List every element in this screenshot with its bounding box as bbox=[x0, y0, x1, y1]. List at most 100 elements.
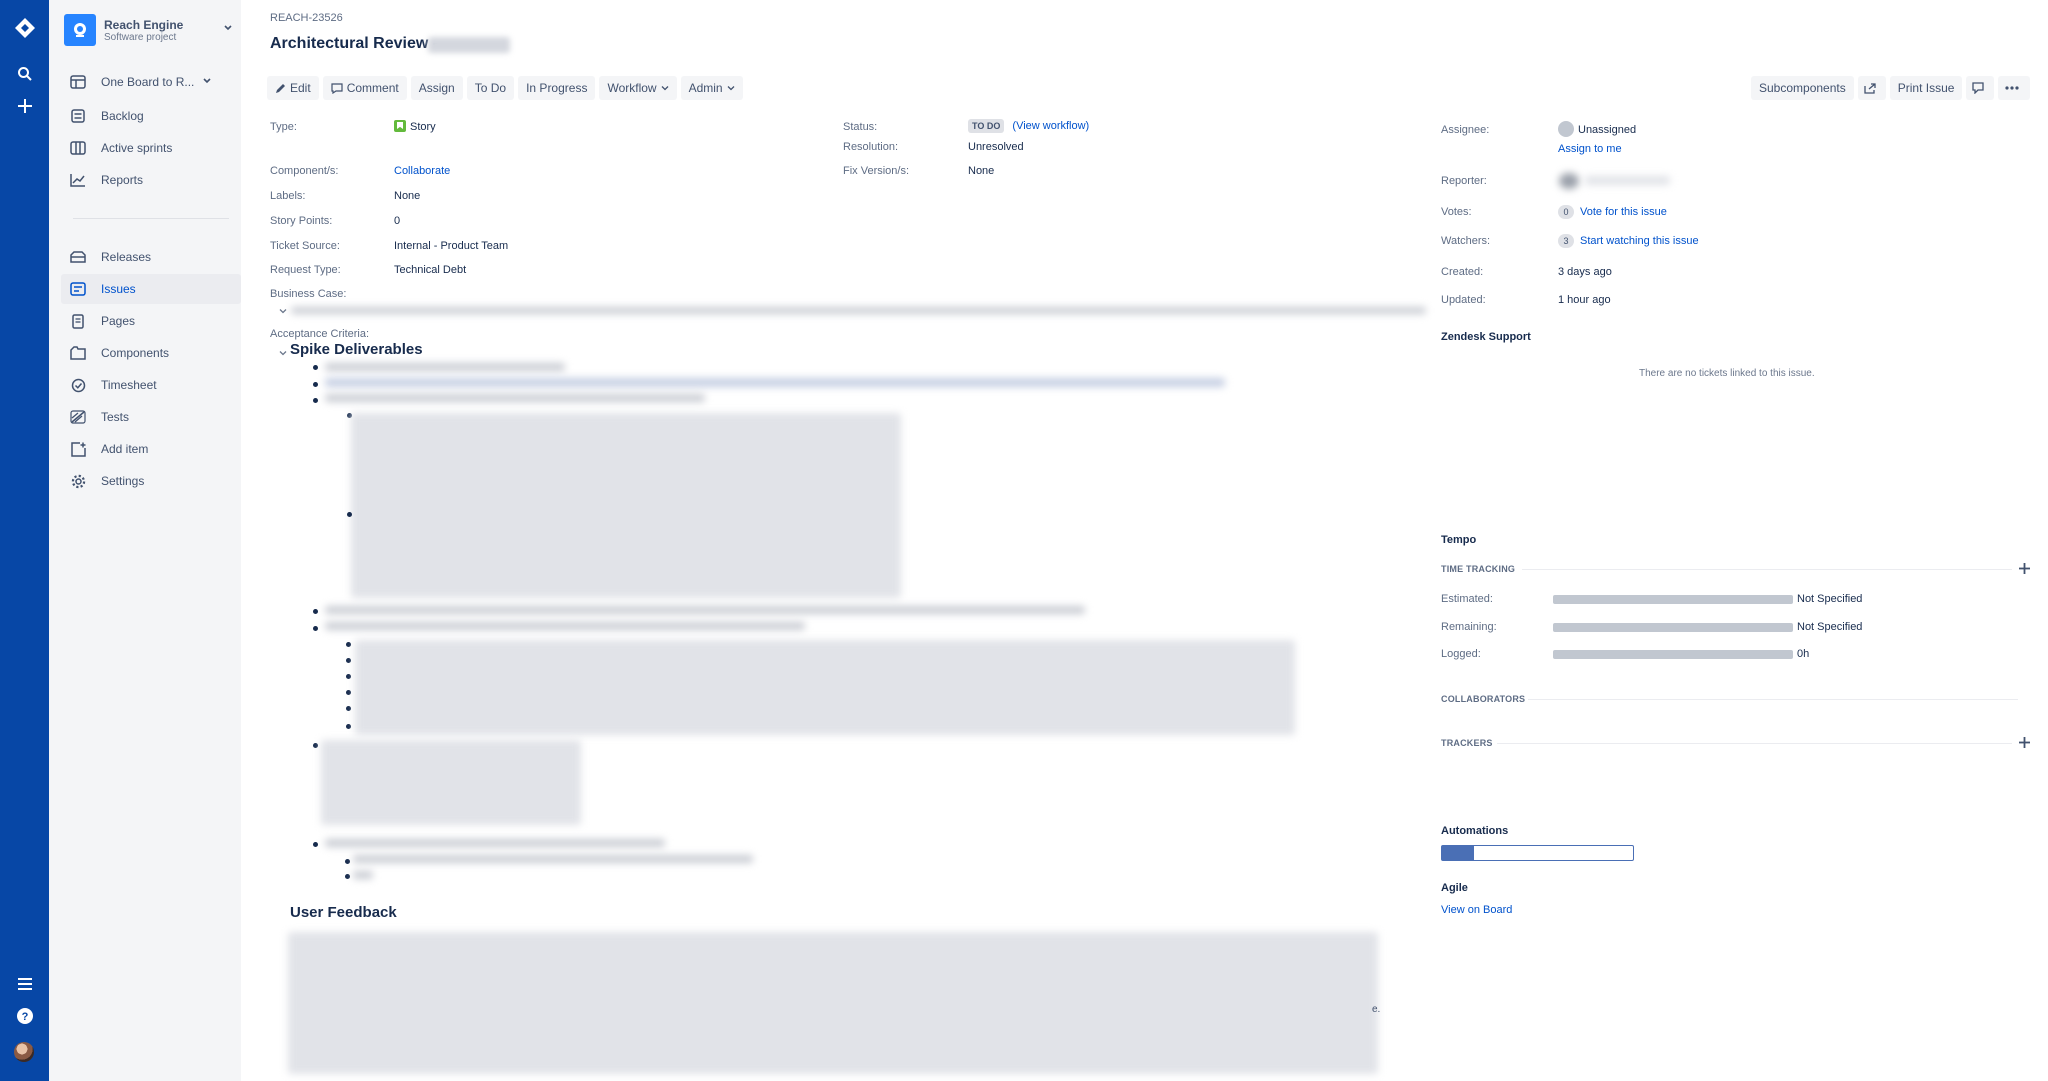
project-sidebar: Reach Engine Software project One Board … bbox=[49, 0, 241, 1081]
timesheet-icon bbox=[69, 376, 87, 394]
list-item bbox=[313, 382, 318, 387]
vote-link[interactable]: Vote for this issue bbox=[1580, 206, 1667, 218]
votes-count: 0 bbox=[1558, 205, 1574, 219]
list-item bbox=[313, 626, 318, 631]
list-item bbox=[355, 640, 1295, 735]
issue-toolbar-right: Subcomponents Print Issue bbox=[1751, 76, 2034, 100]
sidebar-item-reports[interactable]: Reports bbox=[61, 165, 241, 195]
collaborators-title: COLLABORATORS bbox=[1441, 694, 1526, 704]
sidebar-item-tests[interactable]: Tests bbox=[61, 402, 241, 432]
fix-version-label: Fix Version/s: bbox=[843, 165, 910, 177]
more-actions-button[interactable] bbox=[1998, 76, 2031, 100]
components-label: Component/s: bbox=[270, 165, 339, 177]
board-switcher[interactable]: One Board to R... bbox=[61, 67, 241, 97]
type-value: Story bbox=[394, 120, 436, 133]
component-link[interactable]: Collaborate bbox=[394, 165, 450, 177]
todo-button[interactable]: To Do bbox=[466, 76, 515, 100]
assign-to-me-link[interactable]: Assign to me bbox=[1558, 143, 1622, 155]
sidebar-item-label: Issues bbox=[101, 282, 136, 296]
sidebar-item-label: Settings bbox=[101, 474, 145, 488]
list-item bbox=[346, 658, 351, 663]
pencil-icon bbox=[276, 83, 285, 93]
project-name: Reach Engine bbox=[104, 18, 184, 32]
jira-logo-icon[interactable] bbox=[0, 12, 49, 44]
assignee-label: Assignee: bbox=[1441, 124, 1490, 136]
votes-label: Votes: bbox=[1441, 206, 1472, 218]
labels-label: Labels: bbox=[270, 190, 306, 202]
comment-button[interactable]: Comment bbox=[322, 76, 407, 100]
sidebar-item-label: Tests bbox=[101, 410, 130, 424]
list-item bbox=[313, 743, 318, 748]
updated-value: 1 hour ago bbox=[1558, 294, 1611, 306]
resolution-value: Unresolved bbox=[968, 141, 1024, 153]
view-on-board-link[interactable]: View on Board bbox=[1441, 904, 1512, 916]
list-item bbox=[346, 724, 351, 729]
section-divider bbox=[1522, 569, 2012, 570]
assign-button[interactable]: Assign bbox=[410, 76, 463, 100]
add-tracker-icon[interactable] bbox=[2019, 737, 2030, 751]
logged-value: 0h bbox=[1797, 648, 1810, 660]
list-item bbox=[325, 839, 665, 847]
unassigned-avatar-icon bbox=[1558, 121, 1574, 137]
help-icon[interactable]: ? bbox=[0, 1000, 49, 1032]
trackers-title: TRACKERS bbox=[1441, 738, 1493, 748]
app-switcher-icon[interactable] bbox=[0, 968, 49, 1000]
created-label: Created: bbox=[1441, 266, 1484, 278]
watch-link[interactable]: Start watching this issue bbox=[1580, 235, 1699, 247]
sidebar-item-active-sprints[interactable]: Active sprints bbox=[61, 133, 241, 163]
zendesk-title: Zendesk Support bbox=[1441, 331, 1531, 343]
edit-button[interactable]: Edit bbox=[267, 76, 319, 100]
create-icon[interactable] bbox=[0, 90, 49, 122]
view-workflow-link[interactable]: (View workflow) bbox=[1012, 120, 1089, 132]
workflow-dropdown[interactable]: Workflow bbox=[599, 76, 677, 100]
acceptance-criteria-label: Acceptance Criteria: bbox=[270, 328, 370, 340]
remaining-label: Remaining: bbox=[1441, 621, 1497, 633]
list-item bbox=[325, 394, 705, 402]
chevron-down-icon bbox=[727, 86, 735, 91]
chevron-down-icon bbox=[223, 22, 233, 36]
list-item bbox=[325, 622, 805, 630]
board-name: One Board to R... bbox=[101, 75, 195, 89]
board-icon bbox=[69, 73, 87, 91]
section-divider bbox=[1497, 743, 2012, 744]
project-switcher[interactable]: Reach Engine Software project bbox=[64, 14, 234, 46]
feedback-button[interactable] bbox=[1966, 76, 1995, 100]
status-label: Status: bbox=[843, 121, 878, 133]
issue-view: REACH-23526 Architectural Review - Edit … bbox=[241, 0, 2048, 1081]
pages-icon bbox=[69, 312, 87, 330]
sidebar-item-pages[interactable]: Pages bbox=[61, 306, 241, 336]
status-value: TO DO (View workflow) bbox=[968, 119, 1089, 133]
add-item-icon bbox=[69, 440, 87, 458]
in-progress-button[interactable]: In Progress bbox=[518, 76, 596, 100]
issue-title[interactable]: Architectural Review - bbox=[270, 35, 438, 53]
sidebar-item-settings[interactable]: Settings bbox=[61, 466, 241, 496]
sidebar-item-add-item[interactable]: Add item bbox=[61, 434, 241, 464]
logged-label: Logged: bbox=[1441, 648, 1481, 660]
print-issue-button[interactable]: Print Issue bbox=[1889, 76, 1963, 100]
sidebar-item-components[interactable]: Components bbox=[61, 338, 241, 368]
chevron-down-icon[interactable] bbox=[279, 304, 287, 318]
ticket-source-value: Internal - Product Team bbox=[394, 240, 509, 252]
sidebar-item-releases[interactable]: Releases bbox=[61, 242, 241, 272]
issue-key[interactable]: REACH-23526 bbox=[270, 12, 343, 24]
user-avatar[interactable] bbox=[14, 1042, 34, 1062]
sidebar-item-backlog[interactable]: Backlog bbox=[61, 101, 241, 131]
comment-icon bbox=[331, 82, 343, 94]
sidebar-item-issues[interactable]: Issues bbox=[61, 274, 241, 304]
add-time-icon[interactable] bbox=[2019, 563, 2030, 577]
share-icon bbox=[1864, 82, 1876, 94]
tempo-title: Tempo bbox=[1441, 534, 1477, 546]
story-icon bbox=[394, 120, 406, 132]
list-item bbox=[346, 674, 351, 679]
chevron-down-icon[interactable] bbox=[279, 346, 287, 360]
more-icon bbox=[2005, 86, 2020, 90]
status-lozenge[interactable]: TO DO bbox=[968, 119, 1005, 133]
search-icon[interactable] bbox=[0, 58, 49, 90]
share-button[interactable] bbox=[1857, 76, 1886, 100]
sidebar-item-timesheet[interactable]: Timesheet bbox=[61, 370, 241, 400]
list-item bbox=[345, 874, 350, 879]
subcomponents-button[interactable]: Subcomponents bbox=[1751, 76, 1854, 100]
sidebar-item-label: Components bbox=[101, 346, 170, 360]
admin-dropdown[interactable]: Admin bbox=[680, 76, 743, 100]
list-item bbox=[346, 642, 351, 647]
